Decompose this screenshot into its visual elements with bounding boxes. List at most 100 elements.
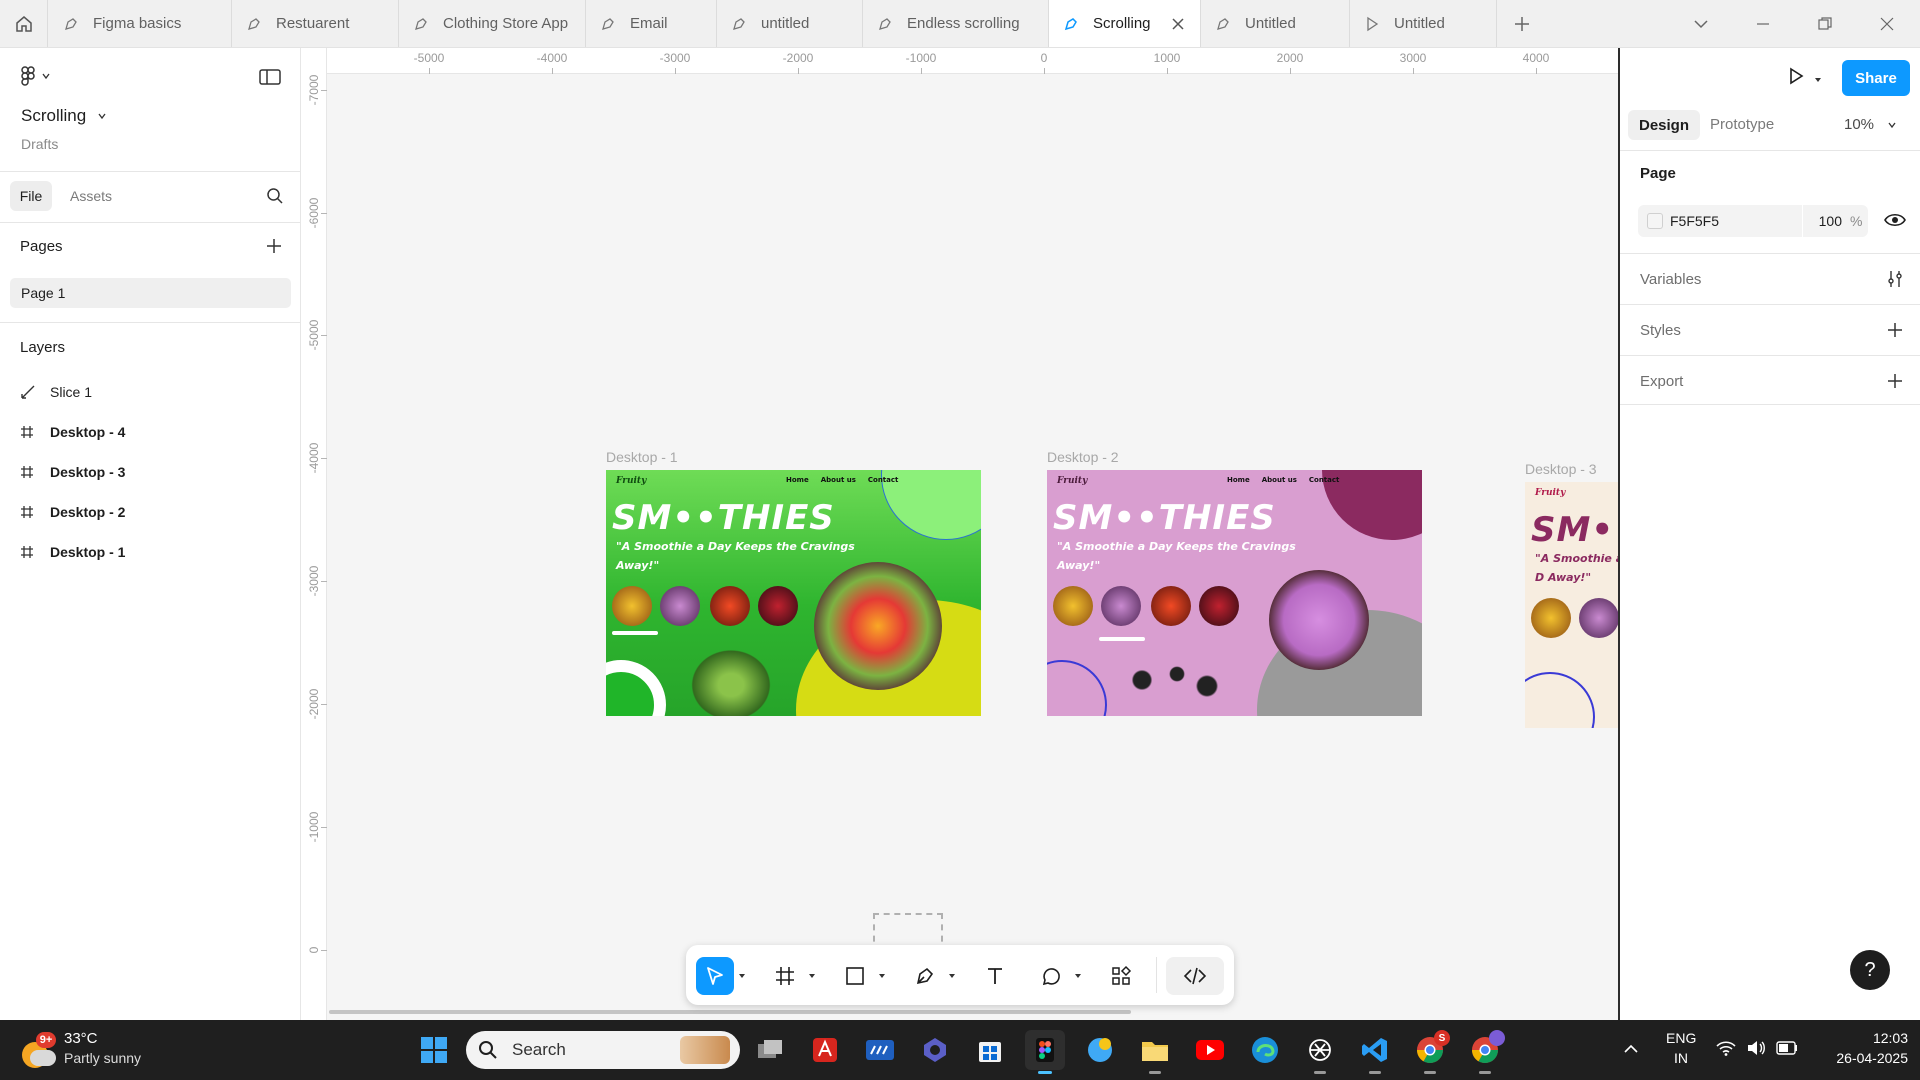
pen-tool-menu[interactable] bbox=[944, 957, 960, 995]
horizontal-scrollbar[interactable] bbox=[329, 1010, 1131, 1014]
page-opacity[interactable]: 100 bbox=[1808, 213, 1842, 229]
layer-desktop-4[interactable]: Desktop - 4 bbox=[20, 416, 125, 448]
toggle-visibility-button[interactable] bbox=[1884, 210, 1906, 233]
page-color-hex[interactable]: F5F5F5 bbox=[1670, 213, 1719, 229]
weather-temp[interactable]: 33°C bbox=[64, 1030, 98, 1047]
store-app[interactable] bbox=[970, 1030, 1010, 1070]
tab-design[interactable]: Design bbox=[1628, 110, 1700, 140]
weather-desc[interactable]: Partly sunny bbox=[64, 1050, 141, 1066]
ruler-label: -5000 bbox=[307, 319, 321, 351]
color-swatch[interactable] bbox=[1647, 213, 1663, 229]
youtube-app[interactable] bbox=[1190, 1030, 1230, 1070]
frame-desktop-3[interactable]: Fruity SM• "A Smoothie a D Away!" bbox=[1525, 482, 1618, 728]
file-name-button[interactable]: Scrolling bbox=[21, 106, 106, 126]
tab-email[interactable]: Email bbox=[586, 0, 717, 47]
add-export-button[interactable] bbox=[1887, 373, 1903, 392]
chrome-app[interactable]: S bbox=[1410, 1030, 1450, 1074]
text-tool-button[interactable] bbox=[976, 957, 1014, 995]
tab-list-button[interactable] bbox=[1670, 0, 1732, 47]
close-tab-icon[interactable] bbox=[1170, 16, 1186, 32]
vscode-icon bbox=[1362, 1038, 1387, 1062]
edge-app[interactable] bbox=[1245, 1030, 1285, 1070]
tab-clothing-store-app[interactable]: Clothing Store App bbox=[399, 0, 586, 47]
restore-button[interactable] bbox=[1794, 0, 1856, 47]
main-menu-button[interactable] bbox=[20, 66, 50, 86]
vscode-app[interactable] bbox=[1355, 1030, 1395, 1074]
layer-desktop-3[interactable]: Desktop - 3 bbox=[20, 456, 125, 488]
tab-file[interactable]: File bbox=[10, 181, 52, 211]
dev-mode-toggle[interactable] bbox=[1166, 957, 1224, 995]
new-tab-button[interactable] bbox=[1491, 0, 1553, 47]
frame-label-desktop-1[interactable]: Desktop - 1 bbox=[606, 449, 678, 465]
canvas[interactable]: -5000 -4000 -3000 -2000 -1000 0 1000 200… bbox=[301, 48, 1618, 1020]
frame-tool-menu[interactable] bbox=[804, 957, 820, 995]
tab-untitled[interactable]: untitled bbox=[717, 0, 863, 47]
actions-button[interactable] bbox=[1102, 957, 1140, 995]
file-location[interactable]: Drafts bbox=[21, 136, 58, 152]
tab-untitled-2[interactable]: Untitled bbox=[1201, 0, 1350, 47]
task-view-button[interactable] bbox=[750, 1030, 790, 1070]
show-hidden-icons-button[interactable] bbox=[1622, 1040, 1640, 1061]
page-item[interactable]: Page 1 bbox=[10, 278, 291, 308]
move-tool-button[interactable] bbox=[696, 957, 734, 995]
nav-about: About us bbox=[1261, 476, 1297, 484]
ruler-label: -2000 bbox=[307, 688, 321, 720]
frame-subtitle: "A Smoothie a D Away!" bbox=[1535, 552, 1618, 584]
minimize-button[interactable] bbox=[1732, 0, 1794, 47]
myhp-app[interactable] bbox=[860, 1030, 900, 1070]
language: ENG bbox=[1666, 1030, 1697, 1046]
comment-tool-menu[interactable] bbox=[1070, 957, 1086, 995]
help-button[interactable]: ? bbox=[1850, 950, 1890, 990]
present-menu-button[interactable] bbox=[1814, 71, 1822, 87]
copilot-icon bbox=[924, 1038, 946, 1062]
zoom-dropdown[interactable]: 10% bbox=[1844, 116, 1896, 133]
taskbar-search[interactable]: Search bbox=[466, 1031, 740, 1069]
language-indicator[interactable]: ENG IN bbox=[1666, 1030, 1696, 1066]
tab-untitled-prototype[interactable]: Untitled bbox=[1350, 0, 1497, 47]
home-button[interactable] bbox=[0, 0, 48, 47]
tab-scrolling[interactable]: Scrolling bbox=[1049, 0, 1201, 47]
copilot-app[interactable] bbox=[915, 1030, 955, 1070]
acrobat-app[interactable] bbox=[805, 1030, 845, 1070]
page-color-field[interactable]: F5F5F5 100 % bbox=[1638, 205, 1868, 237]
shape-tool-menu[interactable] bbox=[874, 957, 890, 995]
close-window-button[interactable] bbox=[1856, 0, 1918, 47]
chatgpt-app[interactable] bbox=[1300, 1030, 1340, 1074]
weather-widget-icon[interactable]: 9+ bbox=[20, 1030, 56, 1070]
frame-label-desktop-3[interactable]: Desktop - 3 bbox=[1525, 461, 1597, 477]
shape-tool-button[interactable] bbox=[836, 957, 874, 995]
cursor-arrow-icon bbox=[707, 967, 723, 985]
comment-tool-button[interactable] bbox=[1032, 957, 1070, 995]
search-layers-button[interactable] bbox=[266, 187, 284, 208]
layer-slice-1[interactable]: Slice 1 bbox=[20, 376, 92, 408]
file-explorer-app[interactable] bbox=[1135, 1030, 1175, 1074]
add-style-button[interactable] bbox=[1887, 322, 1903, 341]
variables-settings-button[interactable] bbox=[1886, 270, 1904, 291]
system-tray[interactable] bbox=[1716, 1040, 1798, 1056]
tab-endless-scrolling[interactable]: Endless scrolling bbox=[863, 0, 1049, 47]
tab-prototype[interactable]: Prototype bbox=[1710, 116, 1774, 133]
pen-tool-button[interactable] bbox=[906, 957, 944, 995]
layer-desktop-1[interactable]: Desktop - 1 bbox=[20, 536, 125, 568]
clock[interactable]: 12:03 26-04-2025 bbox=[1816, 1030, 1908, 1066]
present-button[interactable] bbox=[1786, 66, 1806, 89]
share-button[interactable]: Share bbox=[1842, 60, 1910, 96]
frame-tool-button[interactable] bbox=[766, 957, 804, 995]
tab-restuarent[interactable]: Restuarent bbox=[232, 0, 399, 47]
chrome-profile-app[interactable] bbox=[1465, 1030, 1505, 1074]
smoothie-bowl-image bbox=[1269, 570, 1369, 670]
frame-label-desktop-2[interactable]: Desktop - 2 bbox=[1047, 449, 1119, 465]
add-page-button[interactable] bbox=[266, 238, 282, 257]
tab-assets[interactable]: Assets bbox=[70, 188, 112, 204]
frame-desktop-2[interactable]: Fruity Home About us Contact SM••THIES "… bbox=[1047, 470, 1422, 716]
weather-app[interactable] bbox=[1080, 1030, 1120, 1070]
windows-taskbar: 9+ 33°C Partly sunny Search S ENG IN 12:… bbox=[0, 1020, 1920, 1080]
figma-app[interactable] bbox=[1025, 1030, 1065, 1074]
move-tool-menu[interactable] bbox=[734, 957, 750, 995]
toggle-sidebar-button[interactable] bbox=[259, 68, 281, 89]
layer-desktop-2[interactable]: Desktop - 2 bbox=[20, 496, 125, 528]
start-button[interactable] bbox=[414, 1030, 454, 1070]
frame-desktop-1[interactable]: Fruity Home About us Contact SM••THIES "… bbox=[606, 470, 981, 716]
pen-file-icon bbox=[63, 16, 79, 32]
tab-figma-basics[interactable]: Figma basics bbox=[49, 0, 232, 47]
